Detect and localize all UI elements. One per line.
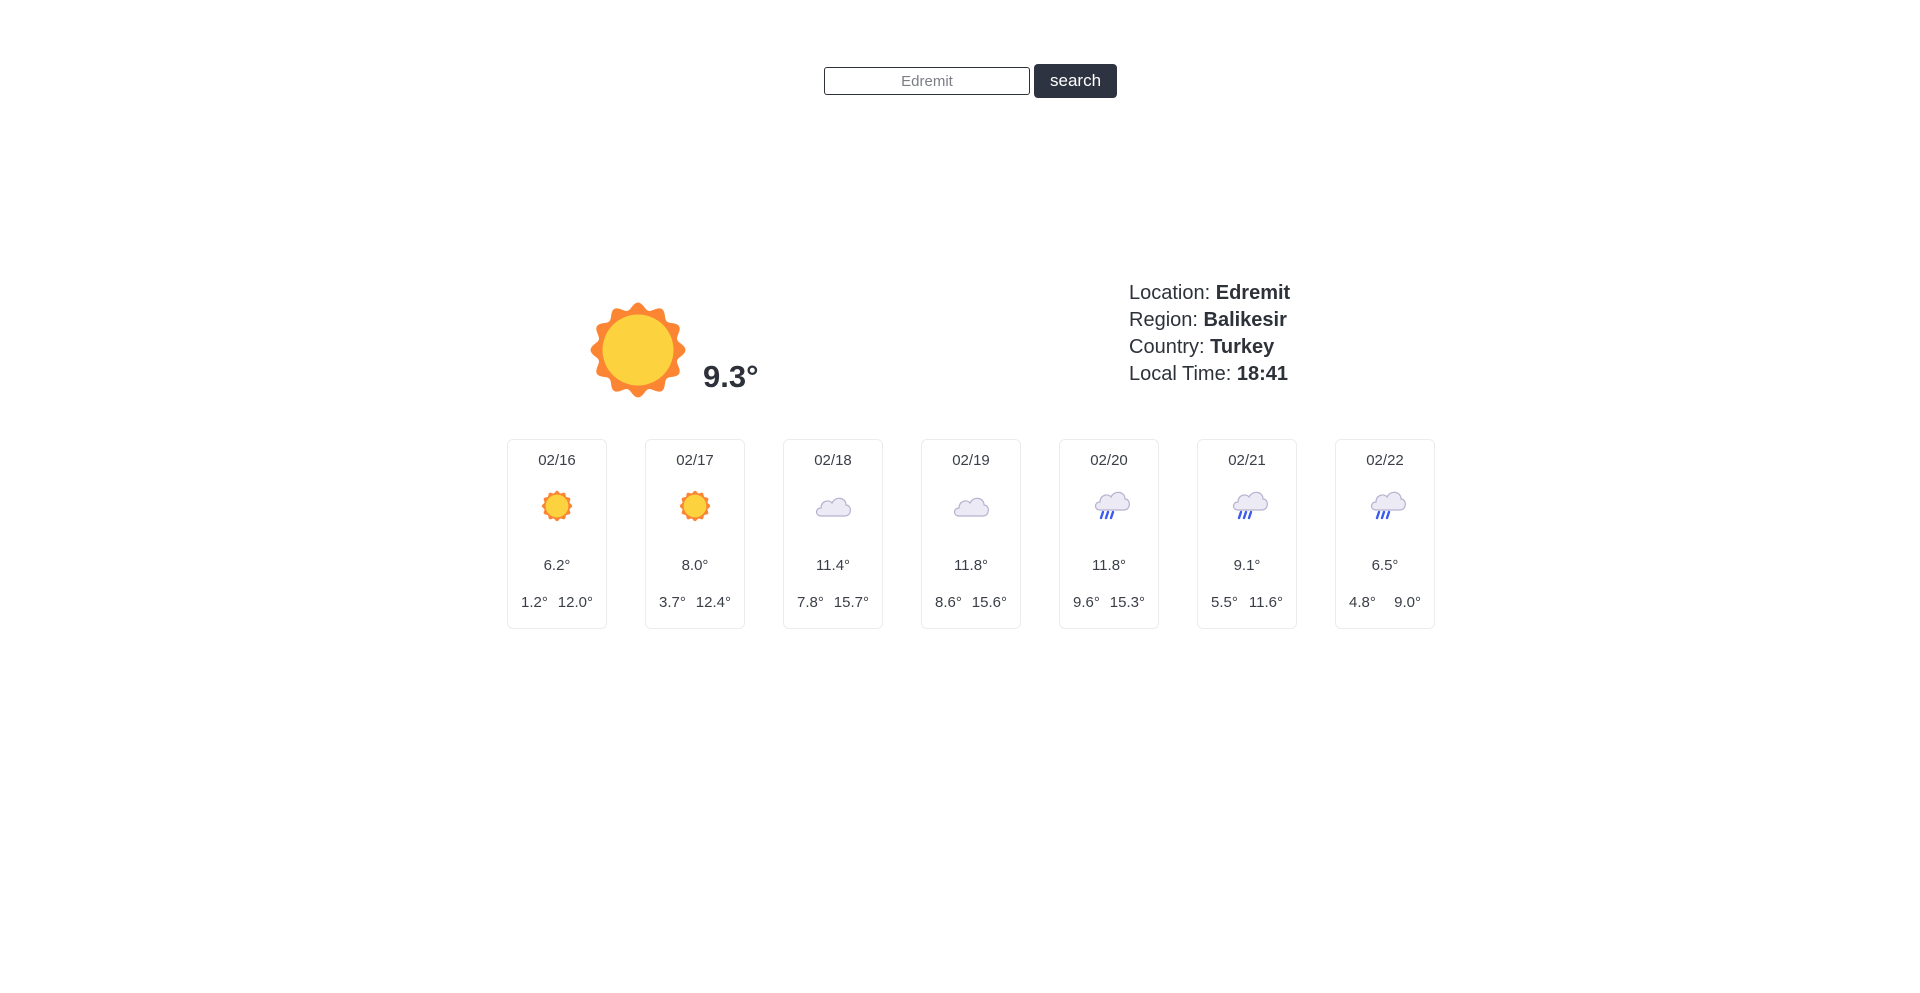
forecast-day-card[interactable]: 02/21 9.1° 5.5° 11.6° <box>1197 439 1297 629</box>
forecast-date: 02/17 <box>676 452 714 469</box>
forecast-max-temp: 15.6° <box>971 594 1007 611</box>
forecast-max-temp: 11.6° <box>1248 594 1283 611</box>
forecast-icon <box>784 490 882 522</box>
forecast-list: 02/16 6.2° 1.2° 12.0° 02/17 8.0° 3.7° 12… <box>507 439 1435 629</box>
forecast-icon <box>646 490 744 522</box>
local-time-label: Local Time: <box>1129 363 1232 385</box>
region-value: Balikesir <box>1203 309 1287 331</box>
forecast-date: 02/18 <box>814 452 852 469</box>
sun-icon <box>536 490 578 522</box>
search-bar: search <box>824 64 1118 98</box>
forecast-day-card[interactable]: 02/19 11.8° 8.6° 15.6° <box>921 439 1021 629</box>
local-time-row: Local Time: 18:41 <box>1129 361 1290 388</box>
forecast-min-temp: 4.8° <box>1349 594 1376 611</box>
forecast-date: 02/19 <box>952 452 990 469</box>
forecast-max-temp: 12.0° <box>557 594 593 611</box>
forecast-avg-temp: 6.2° <box>543 557 571 574</box>
country-value: Turkey <box>1210 336 1275 358</box>
forecast-day-card[interactable]: 02/17 8.0° 3.7° 12.4° <box>645 439 745 629</box>
forecast-avg-temp: 8.0° <box>681 557 709 574</box>
rain-cloud-icon <box>1226 490 1268 522</box>
location-label: Location: <box>1129 282 1211 304</box>
local-time-value: 18:41 <box>1236 363 1288 385</box>
forecast-min-temp: 7.8° <box>797 594 824 611</box>
forecast-avg-temp: 11.4° <box>815 557 851 574</box>
location-value: Edremit <box>1215 282 1291 304</box>
rain-cloud-icon <box>1364 490 1406 522</box>
location-row: Location: Edremit <box>1129 280 1290 307</box>
forecast-day-card[interactable]: 02/18 11.4° 7.8° 15.7° <box>783 439 883 629</box>
rain-cloud-icon <box>1088 490 1130 522</box>
forecast-min-temp: 3.7° <box>659 594 686 611</box>
forecast-max-temp: 9.0° <box>1394 594 1421 611</box>
forecast-range: 5.5° 11.6° <box>1211 594 1283 611</box>
forecast-max-temp: 15.3° <box>1109 594 1145 611</box>
forecast-avg-temp: 11.8° <box>953 557 989 574</box>
forecast-date: 02/21 <box>1228 452 1266 469</box>
region-row: Region: Balikesir <box>1129 307 1290 334</box>
cloud-icon <box>812 490 854 522</box>
forecast-day-card[interactable]: 02/22 6.5° 4.8° 9.0° <box>1335 439 1435 629</box>
region-label: Region: <box>1129 309 1198 331</box>
search-button[interactable]: search <box>1034 64 1118 98</box>
country-label: Country: <box>1129 336 1205 358</box>
forecast-day-card[interactable]: 02/16 6.2° 1.2° 12.0° <box>507 439 607 629</box>
forecast-date: 02/22 <box>1366 452 1404 469</box>
forecast-day-card[interactable]: 02/20 11.8° 9.6° 15.3° <box>1059 439 1159 629</box>
forecast-min-temp: 9.6° <box>1073 594 1100 611</box>
forecast-icon <box>1198 490 1296 522</box>
sun-icon <box>588 300 688 405</box>
search-input[interactable] <box>824 67 1030 95</box>
forecast-max-temp: 12.4° <box>695 594 731 611</box>
current-temperature: 9.3° <box>703 359 759 394</box>
forecast-range: 7.8° 15.7° <box>797 594 869 611</box>
current-weather: 9.3° <box>588 300 759 405</box>
forecast-min-temp: 8.6° <box>935 594 962 611</box>
forecast-range: 4.8° 9.0° <box>1349 594 1421 611</box>
forecast-range: 3.7° 12.4° <box>659 594 731 611</box>
forecast-avg-temp: 11.8° <box>1091 557 1127 574</box>
forecast-range: 9.6° 15.3° <box>1073 594 1145 611</box>
sun-icon <box>674 490 716 522</box>
forecast-icon <box>922 490 1020 522</box>
forecast-min-temp: 1.2° <box>521 594 548 611</box>
cloud-icon <box>950 490 992 522</box>
forecast-icon <box>1060 490 1158 522</box>
forecast-avg-temp: 6.5° <box>1371 557 1399 574</box>
forecast-icon <box>1336 490 1434 522</box>
forecast-range: 8.6° 15.6° <box>935 594 1007 611</box>
location-info: Location: Edremit Region: Balikesir Coun… <box>1129 280 1290 388</box>
forecast-date: 02/20 <box>1090 452 1128 469</box>
forecast-icon <box>508 490 606 522</box>
country-row: Country: Turkey <box>1129 334 1290 361</box>
forecast-min-temp: 5.5° <box>1211 594 1238 611</box>
forecast-avg-temp: 9.1° <box>1233 557 1261 574</box>
forecast-range: 1.2° 12.0° <box>521 594 593 611</box>
forecast-max-temp: 15.7° <box>833 594 869 611</box>
forecast-date: 02/16 <box>538 452 576 469</box>
